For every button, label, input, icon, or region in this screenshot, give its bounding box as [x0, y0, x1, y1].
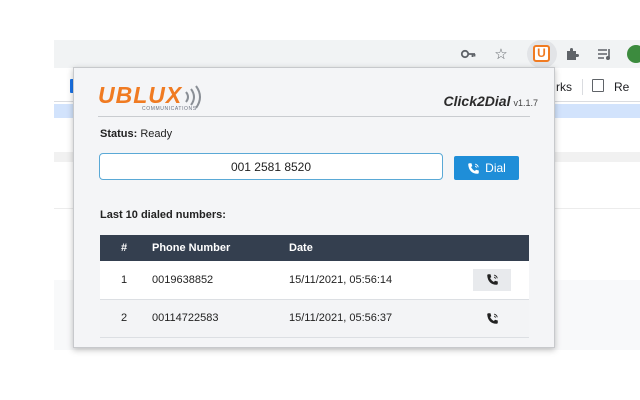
row-index: 1 — [100, 261, 148, 300]
row-action-cell — [455, 261, 529, 300]
redial-button[interactable] — [473, 307, 511, 329]
bookmark-separator — [582, 79, 583, 95]
status-line: Status: Ready — [100, 128, 172, 140]
reading-list-icon[interactable] — [592, 79, 604, 92]
row-action-cell — [455, 299, 529, 338]
dialed-numbers-table: # Phone Number Date 1 0019638852 15/11/2… — [100, 235, 529, 338]
column-header-phone: Phone Number — [148, 235, 285, 261]
column-header-date: Date — [285, 235, 455, 261]
bookmark-item[interactable]: rks — [556, 80, 572, 94]
phone-icon — [486, 274, 498, 286]
star-icon[interactable]: ☆ — [490, 43, 512, 65]
row-date: 15/11/2021, 05:56:14 — [285, 261, 455, 300]
screen: { "browser": { "bookmarks": [ {"label": … — [0, 0, 640, 400]
table-row: 1 0019638852 15/11/2021, 05:56:14 — [100, 261, 529, 300]
column-header-action — [455, 235, 529, 261]
column-header-index: # — [100, 235, 148, 261]
header-divider — [98, 116, 530, 117]
status-label: Status: — [100, 128, 138, 140]
phone-number-input[interactable] — [99, 153, 443, 180]
table-header-row: # Phone Number Date — [100, 235, 529, 261]
dial-button-label: Dial — [485, 161, 506, 175]
logo-text: UBLUX — [98, 82, 183, 108]
puzzle-icon[interactable] — [561, 43, 583, 65]
media-icon[interactable] — [594, 43, 616, 65]
bookmark-item[interactable]: Re — [614, 80, 629, 94]
address-bar[interactable] — [54, 40, 524, 68]
table-row: 2 00114722583 15/11/2021, 05:56:37 — [100, 299, 529, 338]
redial-button[interactable] — [473, 268, 511, 291]
key-icon[interactable] — [457, 43, 479, 65]
row-date: 15/11/2021, 05:56:37 — [285, 299, 455, 338]
app-title: Click2Dial v1.1.7 — [444, 93, 538, 109]
app-version: v1.1.7 — [513, 98, 538, 108]
row-phone-number: 0019638852 — [148, 261, 285, 300]
history-label: Last 10 dialed numbers: — [100, 209, 226, 221]
phone-icon — [486, 312, 498, 324]
click2dial-popup: UBLUX COMMUNICATIONS Click2Dial v1.1.7 St… — [73, 67, 555, 348]
app-name: Click2Dial — [443, 93, 511, 109]
status-value: Ready — [140, 128, 173, 140]
row-index: 2 — [100, 299, 148, 338]
signal-waves-icon — [185, 85, 201, 109]
ublux-extension-icon[interactable]: U — [533, 45, 550, 62]
row-phone-number: 00114722583 — [148, 299, 285, 338]
phone-icon — [468, 162, 479, 174]
dial-button[interactable]: Dial — [454, 156, 519, 180]
profile-avatar[interactable] — [627, 45, 640, 63]
